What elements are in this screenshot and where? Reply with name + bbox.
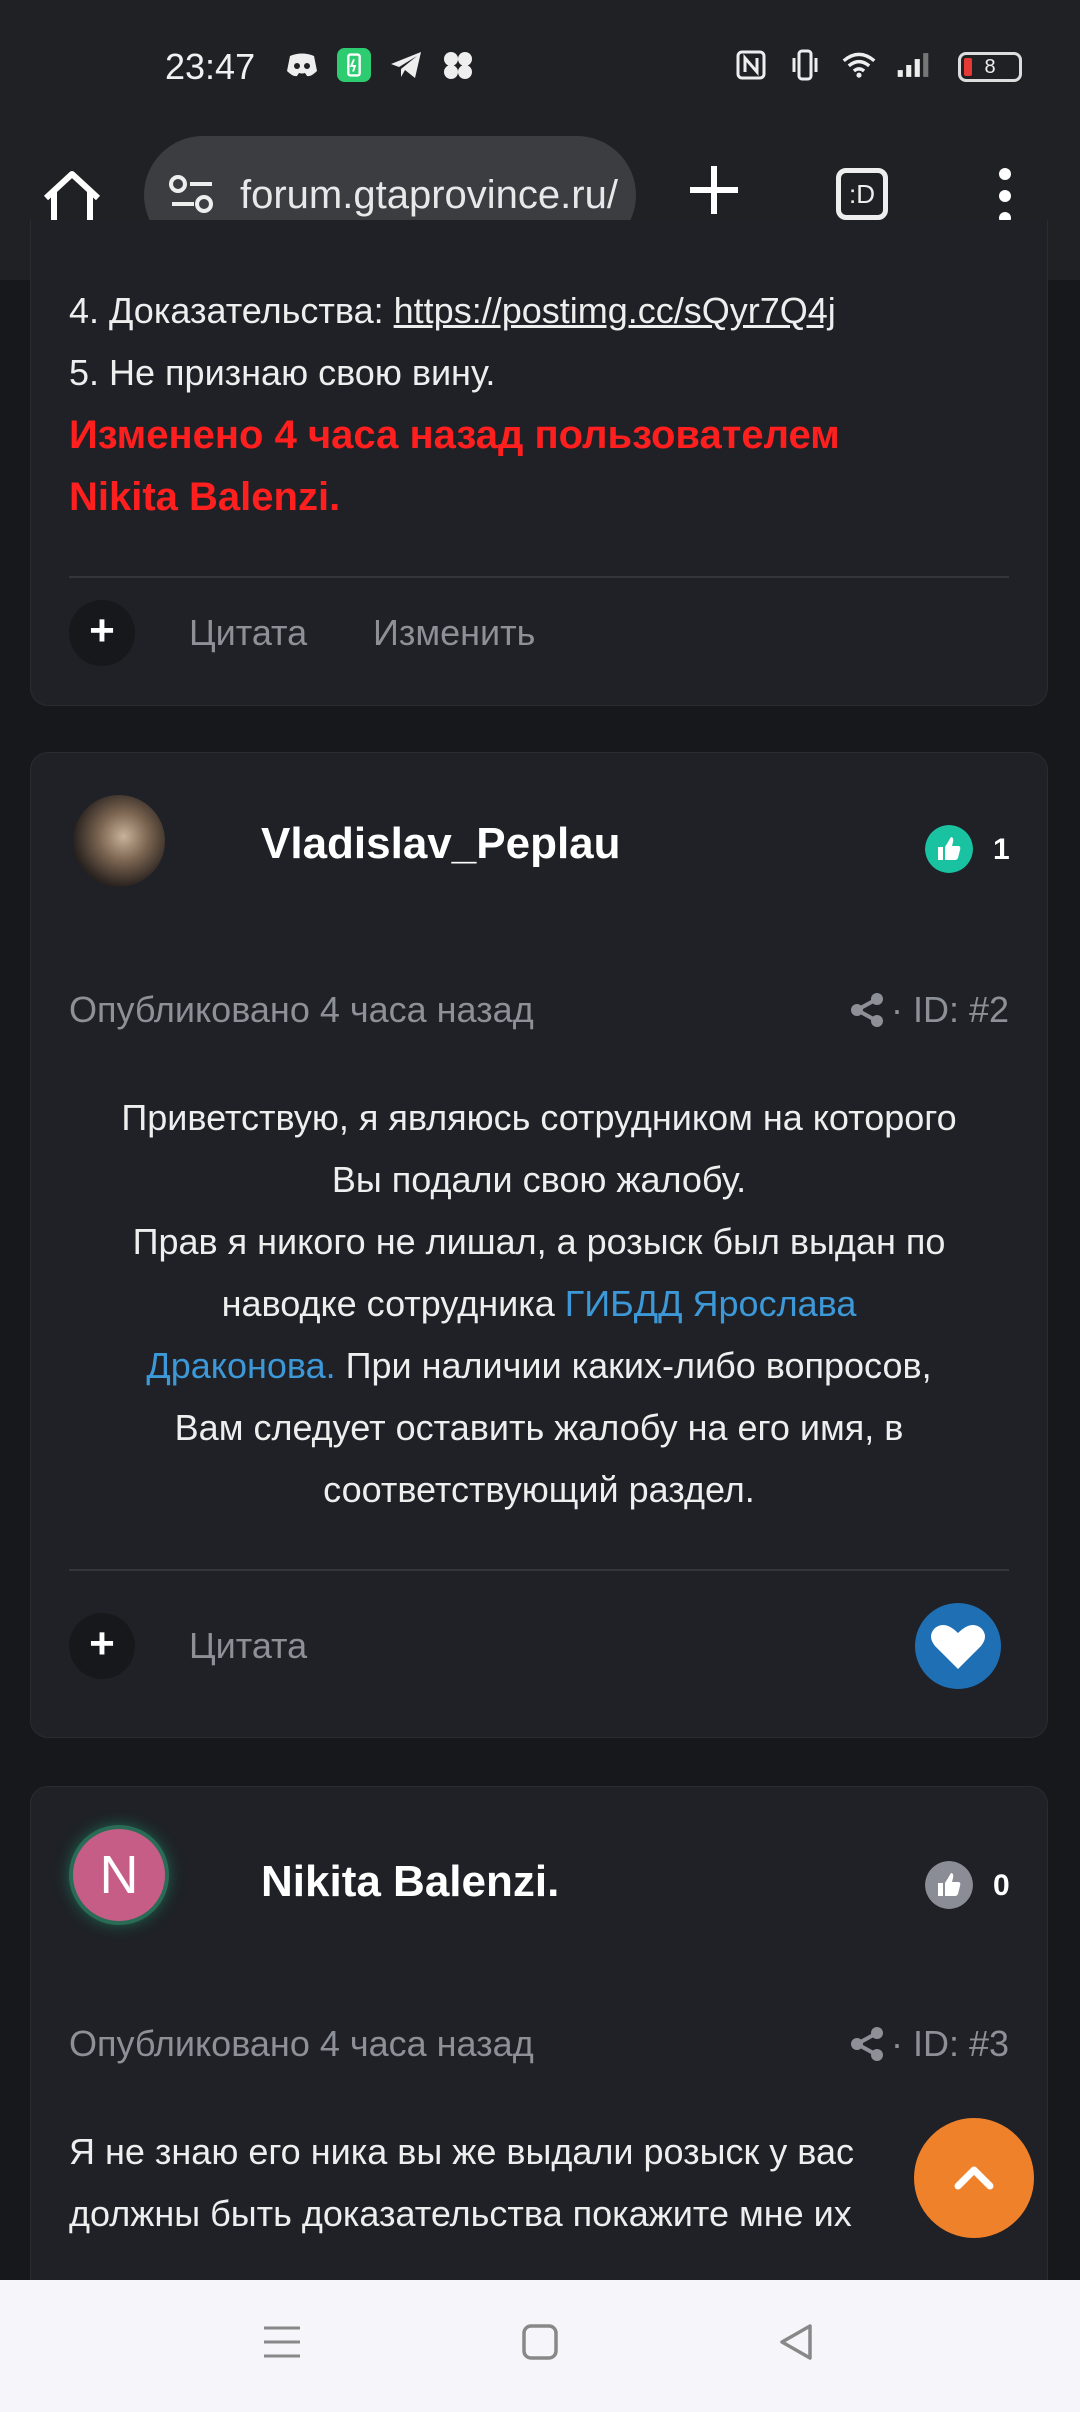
post1-line4: 4. Доказательства: https://postimg.cc/sQ…	[69, 280, 836, 342]
divider	[69, 1569, 1009, 1571]
avatar[interactable]: N	[73, 1829, 165, 1921]
post-line: Я не знаю его ника вы же выдали розыск у…	[69, 2131, 855, 2172]
published-time: Опубликовано 4 часа назад	[69, 2023, 534, 2064]
heart-icon	[931, 1624, 985, 1669]
like-count: 1	[993, 833, 1010, 866]
post-line: Прав я никого не лишал, а розыск был выд…	[132, 1221, 946, 1262]
mention-link[interactable]: ГИБДД Ярослава	[565, 1283, 857, 1324]
post-line: Вам следует оставить жалобу на его имя, …	[174, 1407, 904, 1448]
post-line: Приветствую, я являюсь сотрудником на ко…	[121, 1097, 957, 1138]
post-id[interactable]: · ID: #2	[849, 989, 1009, 1031]
post-id-label: · ID: #2	[890, 989, 1009, 1030]
evidence-label: 4. Доказательства:	[69, 290, 394, 331]
post1-line5: 5. Не признаю свою вину.	[69, 352, 496, 393]
add-reply-button[interactable]: +	[69, 600, 135, 666]
vibrate-icon	[788, 48, 822, 82]
notification-icons	[285, 48, 475, 82]
mention-link-cont[interactable]: Драконова.	[146, 1345, 335, 1386]
scroll-to-top-button[interactable]	[914, 2118, 1034, 2238]
chevron-up-icon	[954, 2166, 994, 2190]
home-nav-icon[interactable]	[520, 2322, 560, 2362]
discord-icon	[285, 48, 319, 82]
published-time: Опубликовано 4 часа назад	[69, 989, 534, 1030]
avatar[interactable]	[73, 795, 165, 887]
site-settings-icon[interactable]	[168, 174, 216, 214]
share-icon[interactable]	[849, 2026, 885, 2062]
edit-button[interactable]: Изменить	[373, 612, 535, 654]
like-count: 0	[993, 1869, 1010, 1902]
post-line: соответствующий раздел.	[323, 1469, 755, 1510]
edit-note-line1: Изменено 4 часа назад пользователем	[69, 413, 840, 457]
post-text: наводке сотрудника	[221, 1283, 565, 1324]
edit-note-line2: Nikita Balenzi.	[69, 475, 341, 519]
url-text[interactable]: forum.gtaprovince.ru/	[240, 173, 620, 218]
telegram-icon	[389, 48, 423, 82]
add-reply-button[interactable]: +	[69, 1613, 135, 1679]
system-nav-bar	[0, 2280, 1080, 2412]
status-time: 23:47	[165, 46, 256, 87]
nfc-icon	[734, 48, 768, 82]
battery-indicator: 8	[958, 52, 1022, 82]
battery-saver-icon	[337, 48, 371, 82]
app-dots-icon	[441, 48, 475, 82]
post-card-3: N Nikita Balenzi. 0 Опубликовано 4 часа …	[30, 1786, 1048, 2346]
post-line: Вы подали свою жалобу.	[331, 1159, 747, 1200]
back-nav-icon[interactable]	[776, 2322, 816, 2362]
post-body: Приветствую, я являюсь сотрудником на ко…	[31, 1087, 1047, 1521]
more-menu-icon[interactable]	[995, 166, 1015, 226]
evidence-link[interactable]: https://postimg.cc/sQyr7Q4j	[394, 290, 836, 331]
status-bar: 23:47 8	[0, 0, 1080, 132]
post-card-2: Vladislav_Peplau 1 Опубликовано 4 часа н…	[30, 752, 1048, 1738]
post-card-1: 4. Доказательства: https://postimg.cc/sQ…	[30, 220, 1048, 706]
post-line: наводке сотрудника ГИБДД Ярослава	[31, 1273, 1047, 1335]
post-text: При наличии каких-либо вопросов,	[335, 1345, 932, 1386]
recent-apps-icon[interactable]	[262, 2322, 302, 2362]
tab-switcher-button[interactable]: :D	[836, 168, 888, 220]
username[interactable]: Vladislav_Peplau	[261, 819, 621, 869]
quote-button[interactable]: Цитата	[189, 612, 307, 654]
like-badge-icon	[925, 1861, 973, 1909]
wifi-icon	[842, 48, 876, 82]
username[interactable]: Nikita Balenzi.	[261, 1857, 559, 1907]
quote-button[interactable]: Цитата	[189, 1625, 307, 1667]
signal-icon	[896, 48, 930, 82]
post-line: Драконова. При наличии каких-либо вопрос…	[31, 1335, 1047, 1397]
like-badge-icon	[925, 825, 973, 873]
post-id[interactable]: · ID: #3	[849, 2023, 1009, 2065]
share-icon[interactable]	[849, 992, 885, 1028]
divider	[69, 576, 1009, 578]
system-icons	[734, 48, 930, 82]
like-button[interactable]	[915, 1603, 1001, 1689]
post-line: должны быть доказательства покажите мне …	[69, 2193, 852, 2234]
new-tab-icon[interactable]	[686, 162, 742, 218]
post-id-label: · ID: #3	[890, 2023, 1009, 2064]
